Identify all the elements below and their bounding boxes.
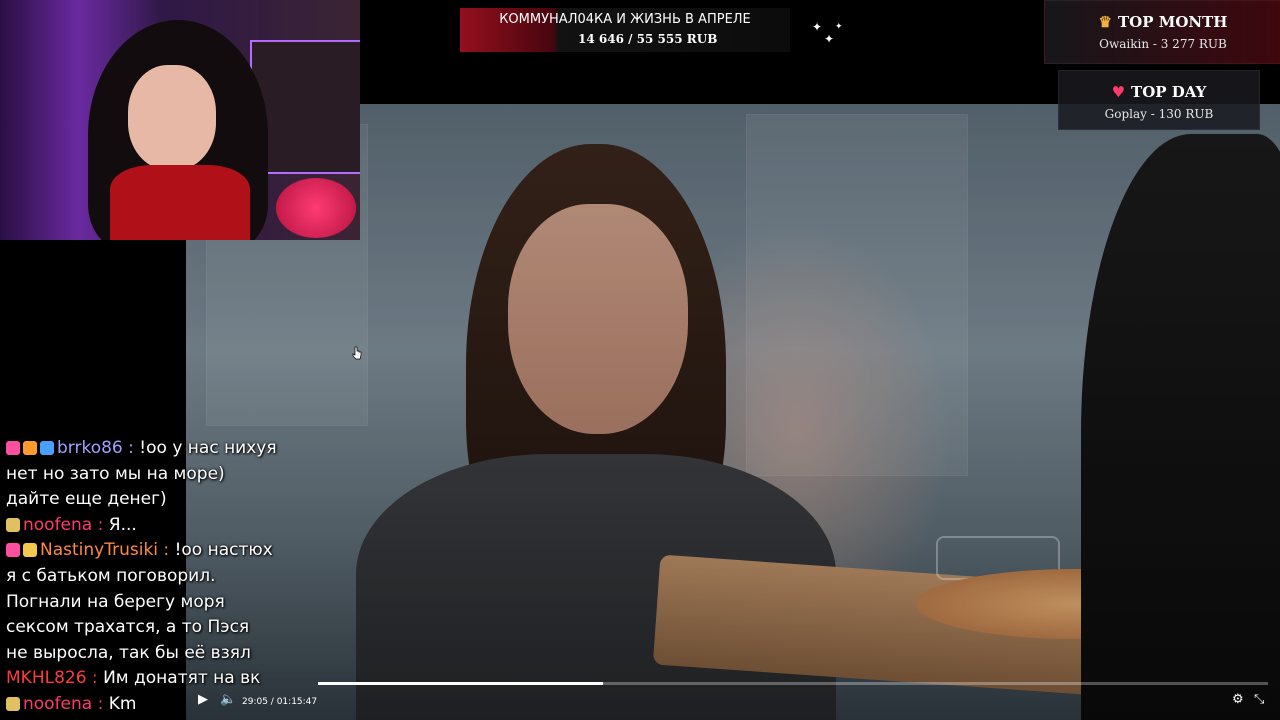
webcam-streamer-face [128,65,216,170]
webcam-streamer-shirt [110,165,250,240]
chat-text: сексом трахатся, а то Пэся [6,617,250,638]
mouse-cursor-icon [352,346,362,360]
chat-message-continuation: нет но зато мы на море) [6,462,346,488]
goal-title: КОММУНАЛ04КА И ЖИЗНЬ В АПРЕЛЕ [499,12,751,27]
top-month-widget: ♛ TOP MONTH Owaikin - 3 277 RUB [1044,0,1280,64]
top-day-title-row: ♥ TOP DAY [1059,83,1259,101]
top-month-title: TOP MONTH [1118,13,1228,31]
fullscreen-exit-icon[interactable]: ⤡ [1254,692,1264,707]
shield-badge-icon [6,696,20,711]
chat-text: Я... [108,514,137,535]
donation-goal-widget: КОММУНАЛ04КА И ЖИЗНЬ В АПРЕЛЕ 14 646 / 5… [460,8,790,52]
chat-username[interactable]: noofena [23,515,92,535]
top-month-donor: Owaikin - 3 277 RUB [1099,37,1227,51]
chat-message-continuation: дайте еще денег) [6,487,346,513]
top-day-donor: Goplay - 130 RUB [1104,107,1214,121]
chat-text: я с батьком поговорил. [6,565,216,586]
progress-fill [318,682,603,685]
gift-badge-icon [23,441,37,455]
time-total: 01:15:47 [276,697,318,707]
chat-text: дайте еще денег) [6,489,167,510]
sparkle-icon: ✦ [835,22,843,32]
chat-separator: : [158,540,175,561]
chat-separator: : [86,668,104,689]
chat-username[interactable]: noofena [23,694,92,714]
video-player-controls: ▶ 🔈 29:05 / 01:15:47 ⚙ ⤡ [186,676,1280,720]
webcam-flower [276,178,356,238]
goal-amount: 14 646 / 55 555 RUB [578,32,718,46]
shield-badge-icon [6,517,20,532]
crown-icon: ♛ [1098,13,1112,31]
heart-badge-icon [6,441,20,455]
play-icon[interactable]: ▶ [198,692,208,707]
top-day-widget: ♥ TOP DAY Goplay - 130 RUB [1058,70,1260,130]
time-display: 29:05 / 01:15:47 [242,697,317,707]
sparkle-icon: ✦ [812,20,823,34]
top-day-title: TOP DAY [1131,83,1207,101]
chat-message: NastinyTrusiki : !оо настюх [6,538,346,564]
top-month-title-row: ♛ TOP MONTH [1045,13,1280,31]
sparkle-icon: ✦ [824,32,835,46]
chat-message-continuation: сексом трахатся, а то Пэся [6,615,346,641]
chat-text: нет но зато мы на море) [6,463,225,484]
chat-text: !оо настюх [174,540,273,561]
chat-username[interactable]: NastinyTrusiki [40,540,158,560]
chat-message-continuation: я с батьком поговорил. [6,564,346,590]
chat-username[interactable]: MKHL826 [6,668,87,688]
heart-icon: ♥ [1111,83,1126,101]
chat-text: не выросла, так бы её взял [6,642,251,663]
chat-separator: : [92,514,109,535]
volume-icon[interactable]: 🔈 [220,692,236,707]
chat-separator: : [122,438,140,458]
gear-icon[interactable]: ⚙ [1232,692,1244,707]
chat-text: !оо у нас нихуя [139,438,277,458]
progress-bar[interactable] [318,682,1268,685]
time-current: 29:05 [242,697,268,707]
chat-message: brrko86 : !оо у нас нихуя [6,436,346,462]
face-badge-icon [23,543,37,558]
chat-message-continuation: не выросла, так бы её взял [6,641,346,667]
time-separator: / [267,697,277,707]
chat-text: Погнали на берегу моря [6,591,225,612]
globe-badge-icon [40,441,54,455]
streamer-webcam [0,0,360,240]
chat-separator: : [92,693,109,714]
chat-text: Km [108,693,137,714]
chat-message-continuation: Погнали на берегу моря [6,590,346,616]
chat-username[interactable]: brrko86 [57,438,123,458]
chat-message: noofena : Я... [6,513,346,539]
heart-badge-icon [6,543,20,558]
